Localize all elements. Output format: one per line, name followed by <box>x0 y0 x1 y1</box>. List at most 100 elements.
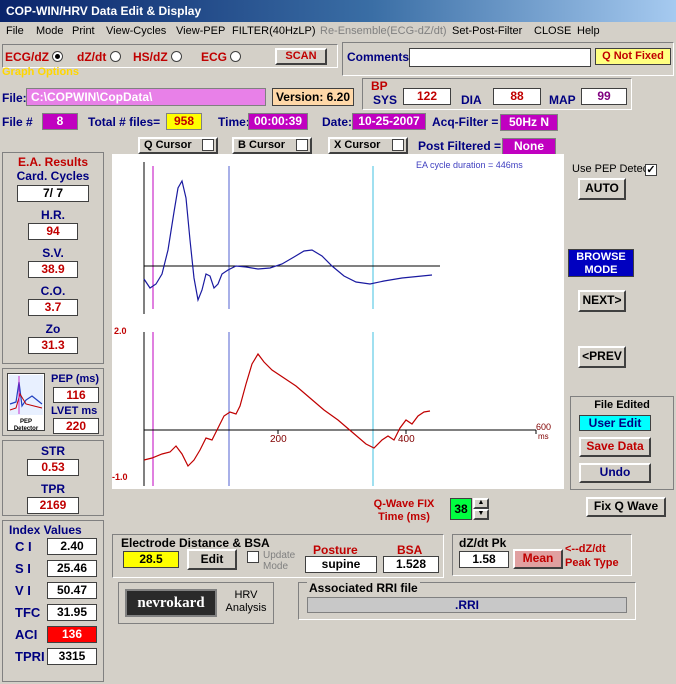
menu-help[interactable]: Help <box>577 25 600 37</box>
update-mode-checkbox[interactable] <box>247 551 259 563</box>
graph-option-hs-dz[interactable]: HS/dZ <box>133 50 183 64</box>
graph-option-ecg[interactable]: ECG <box>201 50 242 64</box>
undo-button[interactable]: Undo <box>579 463 651 483</box>
prev-button[interactable]: <PREV <box>578 346 626 368</box>
q-wave-fix-label: Q-Wave FIX Time (ms) <box>373 498 435 523</box>
y-axis-bottom-label: -1.0 <box>112 472 128 482</box>
y-axis-top-label: 2.0 <box>114 326 127 336</box>
rri-file-value: .RRI <box>307 597 627 613</box>
browse-mode-indicator: BROWSE MODE <box>568 249 634 277</box>
x-tick-600: 600 <box>536 422 552 432</box>
save-data-button[interactable]: Save Data <box>579 437 651 457</box>
update-mode-label: Update Mode <box>263 550 296 572</box>
index-label: TFC <box>15 605 41 620</box>
x-cursor-button[interactable]: X Cursor <box>328 137 408 154</box>
lvet-label: LVET ms <box>51 405 98 417</box>
zo-value: 31.3 <box>28 337 78 354</box>
pep-detector-icon[interactable]: PEP Detector <box>7 373 45 432</box>
b-cursor-button[interactable]: B Cursor <box>232 137 312 154</box>
fix-q-wave-button[interactable]: Fix Q Wave <box>586 497 666 517</box>
menu-filter[interactable]: FILTER(40HzLP) <box>232 25 316 37</box>
index-value: 25.46 <box>47 560 97 577</box>
sv-label: S.V. <box>42 246 64 260</box>
pep-detect-checkbox[interactable]: ✓ <box>645 164 657 176</box>
lvet-value: 220 <box>53 418 99 434</box>
comments-input[interactable] <box>409 48 591 67</box>
scan-button[interactable]: SCAN <box>275 48 327 65</box>
radio-ecg[interactable] <box>230 51 242 62</box>
menu-view-pep[interactable]: View-PEP <box>176 25 225 37</box>
index-value: 136 <box>47 626 97 643</box>
date-value: 10-25-2007 <box>352 113 426 130</box>
graph-option-ecg-dz[interactable]: ECG/dZ <box>5 50 64 64</box>
map-label: MAP <box>549 93 576 107</box>
card-cycles-label: Card. Cycles <box>16 169 90 183</box>
menu-re-ensemble[interactable]: Re-Ensemble(ECG-dZ/dt) <box>320 25 447 37</box>
ea-cycle-duration: EA cycle duration = 446ms <box>416 160 523 170</box>
radio-hs-dz[interactable] <box>171 51 183 62</box>
card-cycles-value: 7/ 7 <box>17 185 89 202</box>
index-row: C I 2.40 <box>11 538 101 556</box>
nevrokard-logo[interactable]: nevrokard <box>125 589 217 617</box>
file-edited-title: File Edited <box>594 399 650 411</box>
menu-set-post-filter[interactable]: Set-Post-Filter <box>452 25 522 37</box>
peak-type-mean-button[interactable]: Mean <box>513 549 563 569</box>
electrode-title: Electrode Distance & BSA <box>121 536 270 550</box>
q-wave-up-arrow-icon[interactable]: ▲ <box>473 498 489 509</box>
x-cursor-checkbox[interactable] <box>392 139 404 151</box>
radio-ecg-dz[interactable] <box>52 51 64 62</box>
menu-close[interactable]: CLOSE <box>534 25 571 37</box>
file-number-label: File # <box>2 115 33 129</box>
hrv-analysis-label[interactable]: HRV Analysis <box>219 589 273 615</box>
q-cursor-checkbox[interactable] <box>202 139 214 151</box>
file-path-label: File: <box>2 91 27 105</box>
index-label: C I <box>15 539 32 554</box>
menu-mode[interactable]: Mode <box>36 25 64 37</box>
hr-value: 94 <box>28 223 78 240</box>
electrode-group: Electrode Distance & BSA 28.5 Edit Updat… <box>112 534 444 578</box>
file-edited-panel: File Edited User Edit Save Data Undo <box>570 396 674 490</box>
date-label: Date: <box>322 115 353 129</box>
total-files-label: Total # files= <box>88 115 161 129</box>
pep-value: 116 <box>53 387 99 403</box>
menu-view-cycles[interactable]: View-Cycles <box>106 25 166 37</box>
co-value: 3.7 <box>28 299 78 316</box>
q-wave-down-arrow-icon[interactable]: ▼ <box>473 509 489 520</box>
ea-results-title: E.A. Results <box>17 155 89 169</box>
index-label: ACI <box>15 627 38 642</box>
ea-results-panel: E.A. Results Card. Cycles 7/ 7 H.R. 94 S… <box>2 152 104 364</box>
dia-label: DIA <box>461 93 482 107</box>
index-value: 2.40 <box>47 538 97 555</box>
b-cursor-checkbox[interactable] <box>296 139 308 151</box>
q-fixed-status: Q Not Fixed <box>595 48 671 65</box>
tpr-label: TPR <box>41 482 65 496</box>
graph-option-dzdt[interactable]: dZ/dt <box>77 50 121 64</box>
str-label: STR <box>41 444 65 458</box>
time-label: Time: <box>218 115 250 129</box>
comments-group: Comments: Q Not Fixed <box>342 42 674 76</box>
auto-button[interactable]: AUTO <box>578 178 626 200</box>
q-cursor-button[interactable]: Q Cursor <box>138 137 218 154</box>
electrode-distance-value[interactable]: 28.5 <box>123 551 179 568</box>
comments-label: Comments: <box>347 50 414 64</box>
x-unit: ms <box>538 432 549 441</box>
post-filtered: None <box>502 138 556 155</box>
file-number: 8 <box>42 113 78 130</box>
window-title: COP-WIN/HRV Data Edit & Display <box>0 0 676 22</box>
radio-dzdt[interactable] <box>109 51 121 62</box>
menu-bar: File Mode Print View-Cycles View-PEP FIL… <box>0 22 676 41</box>
rri-group: Associated RRI file .RRI <box>298 581 636 620</box>
index-value: 3315 <box>47 648 97 665</box>
nevrokard-panel: nevrokard HRV Analysis <box>118 582 274 624</box>
menu-print[interactable]: Print <box>72 25 95 37</box>
hr-label: H.R. <box>41 208 65 222</box>
tpr-value: 2169 <box>27 497 79 514</box>
waveform-graph[interactable]: EA cycle duration = 446ms 2.0 -1.0 200 4… <box>112 154 564 489</box>
next-button[interactable]: NEXT> <box>578 290 626 312</box>
edit-button[interactable]: Edit <box>187 549 237 570</box>
bp-title: BP <box>371 79 388 93</box>
menu-file[interactable]: File <box>6 25 24 37</box>
x-tick-200: 200 <box>270 434 287 445</box>
co-label: C.O. <box>40 284 66 298</box>
dzdt-group: dZ/dt Pk 1.58 Mean <--dZ/dt Peak Type <box>452 534 632 576</box>
